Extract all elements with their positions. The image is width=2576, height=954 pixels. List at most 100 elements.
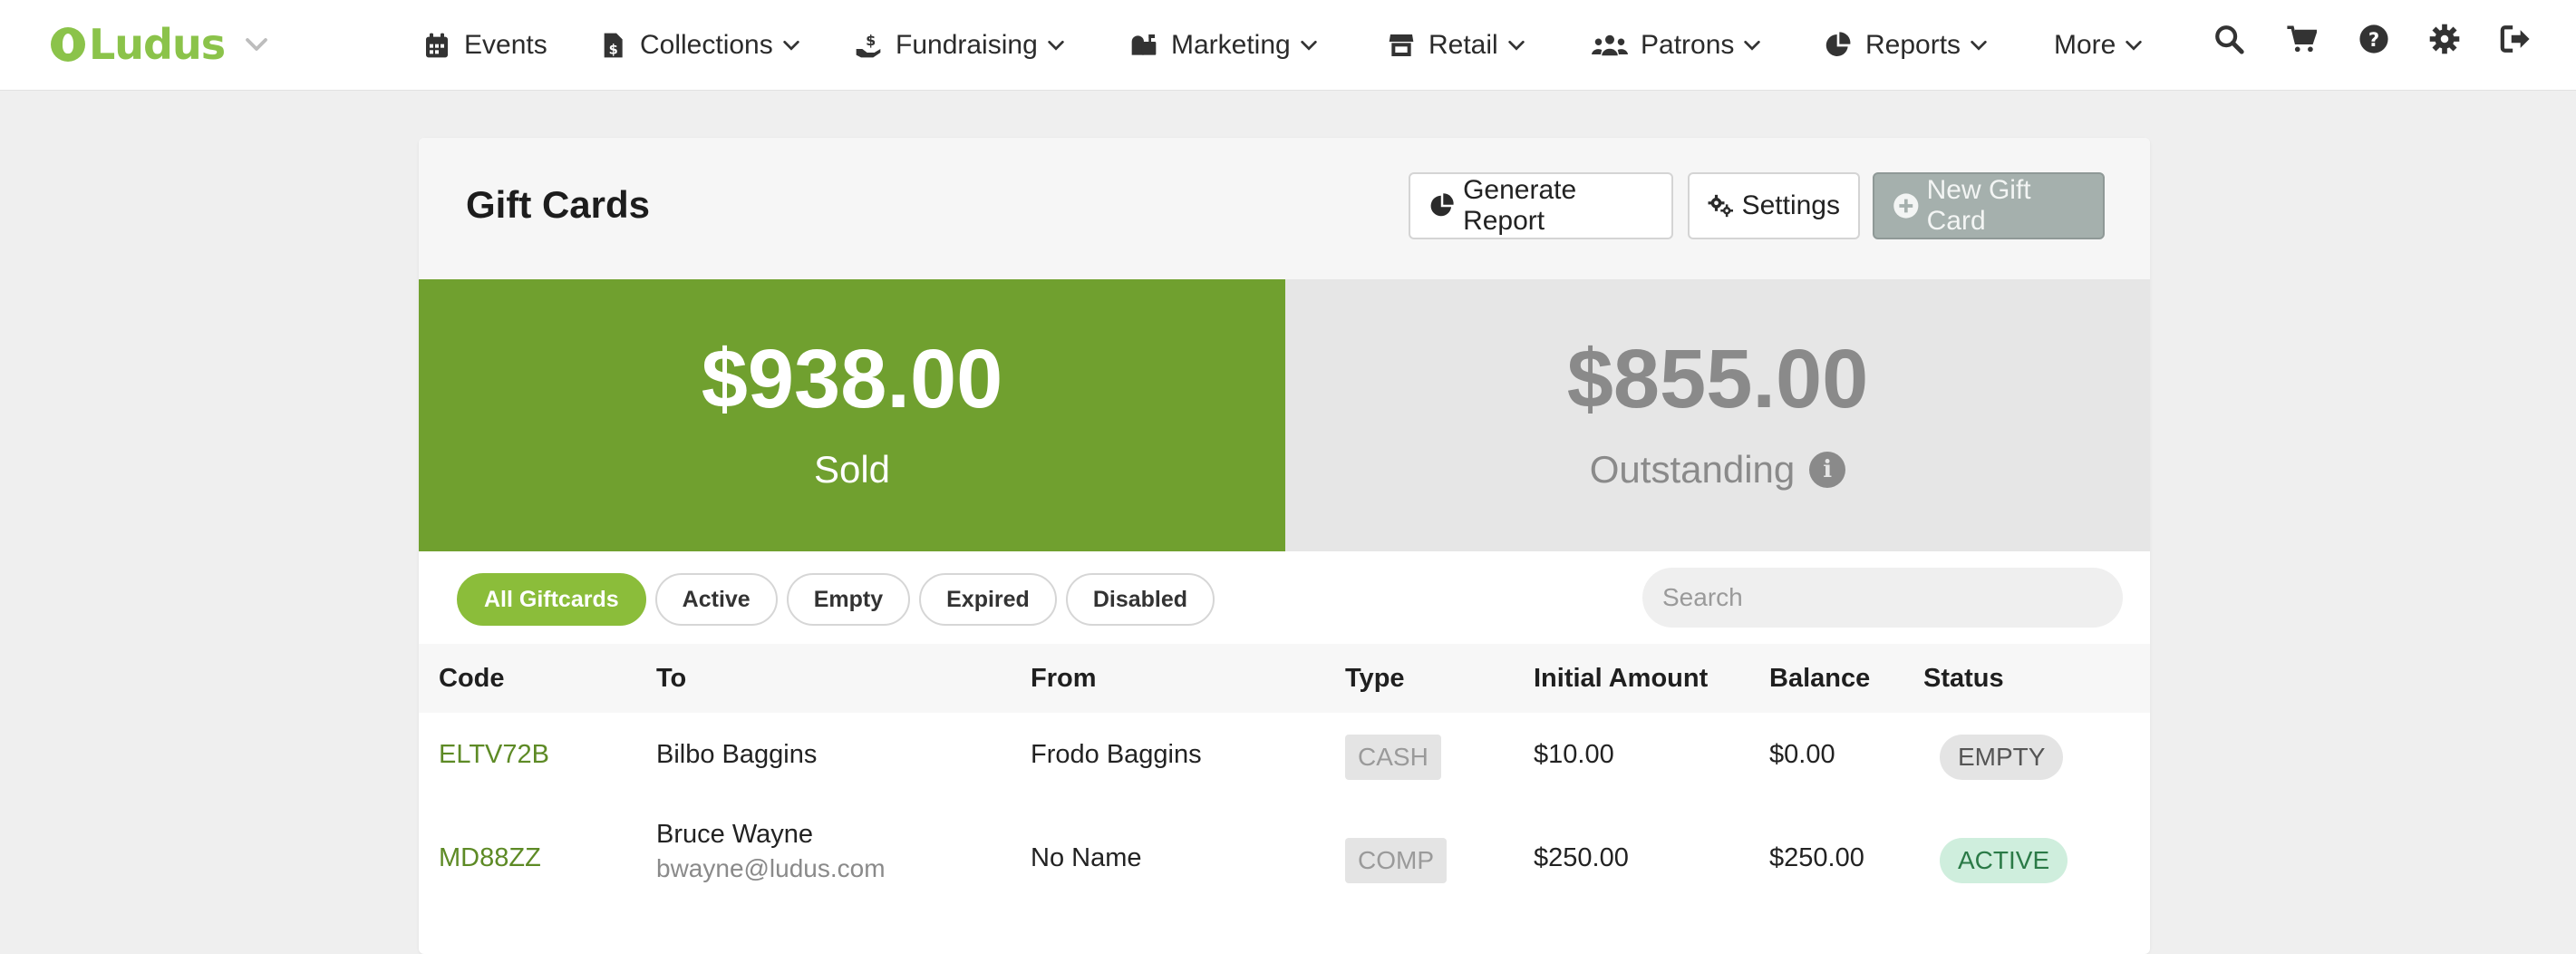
sign-out-icon [2500,25,2530,53]
brand-logo[interactable]: Ludus [51,20,270,69]
nav-patrons-label: Patrons [1641,30,1735,60]
generate-report-label: Generate Report [1463,175,1577,236]
table-row[interactable]: MD88ZZ Bruce Wayne bwayne@ludus.com No N… [419,807,2150,920]
filter-empty[interactable]: Empty [786,573,911,626]
nav-events-label: Events [464,30,547,60]
sold-label: Sold [813,448,891,491]
column-header-to[interactable]: To [656,664,686,694]
outstanding-stat-block: $855.00 Outstanding i [1285,279,2150,551]
chevron-down-icon [2126,40,2143,51]
top-navigation-bar: Ludus Events $ Collections $ Fundraising… [0,0,2576,91]
brand-name: Ludus [89,20,226,69]
users-icon [1592,34,1628,56]
info-icon[interactable]: i [1809,452,1846,488]
chevron-down-icon [1744,40,1761,51]
panel-header: Gift Cards Generate Report Settings New … [419,138,2150,279]
chevron-down-icon [1301,40,1317,51]
status-badge: EMPTY [1940,735,2064,780]
gift-card-code-link[interactable]: MD88ZZ [439,843,541,873]
nav-marketing[interactable]: Marketing [1129,25,1319,65]
settings-button[interactable]: Settings [1688,172,1860,239]
sender-name: Frodo Baggins [1031,740,1202,769]
settings-gear-button[interactable] [2429,24,2460,59]
shopping-cart-icon [2287,25,2319,53]
balance: $250.00 [1769,843,1864,872]
chevron-down-icon[interactable] [243,31,270,58]
chevron-down-icon [783,40,799,51]
store-icon [1389,34,1414,56]
column-header-code[interactable]: Code [439,664,505,694]
help-button[interactable]: ? [2358,24,2389,59]
gift-cards-panel: Gift Cards Generate Report Settings New … [419,138,2150,954]
logout-button[interactable] [2500,24,2531,59]
initial-amount: $250.00 [1534,843,1629,872]
hand-donate-icon: $ [856,32,881,58]
outstanding-label-row: Outstanding i [1285,448,2150,492]
sender-name: No Name [1031,843,1142,872]
svg-text:$: $ [609,42,618,57]
calendar-icon [426,33,448,58]
nav-reports-label: Reports [1865,30,1961,60]
pie-chart-icon [1430,193,1454,217]
nav-patrons[interactable]: Patrons [1592,25,1762,65]
search-button[interactable] [2213,24,2244,59]
type-badge: CASH [1345,735,1441,780]
recipient-name: Bilbo Baggins [656,740,818,769]
table-header: Code To From Type Initial Amount Balance… [419,644,2150,713]
svg-text:$: $ [866,32,876,49]
cart-button[interactable] [2286,24,2319,59]
column-header-status[interactable]: Status [1923,664,2004,694]
nav-retail[interactable]: Retail [1387,25,1526,65]
search-input[interactable] [1642,568,2123,628]
nav-reports[interactable]: Reports [1824,25,1989,65]
invoice-dollar-icon: $ [604,33,623,58]
plus-circle-icon [1893,193,1919,219]
nav-more-label: More [2054,30,2116,60]
gift-card-code-link[interactable]: ELTV72B [439,740,549,770]
gears-icon [1708,194,1734,218]
nav-more[interactable]: More [2054,25,2144,65]
sold-stat-block: $938.00 Sold [419,279,1285,551]
nav-collections[interactable]: $ Collections [598,25,801,65]
nav-fundraising-label: Fundraising [896,30,1038,60]
initial-amount: $10.00 [1534,740,1614,769]
filter-disabled[interactable]: Disabled [1065,573,1215,626]
ludus-drop-icon [51,27,85,62]
generate-report-button[interactable]: Generate Report [1409,172,1673,239]
sold-amount: $938.00 [701,333,1003,425]
question-circle-icon: ? [2359,24,2388,54]
chevron-down-icon [1048,40,1064,51]
column-header-balance[interactable]: Balance [1769,664,1870,694]
filter-expired[interactable]: Expired [919,573,1057,626]
outstanding-label: Outstanding [1589,448,1796,491]
chevron-down-icon [1971,40,1987,51]
table-row[interactable]: ELTV72B Bilbo Baggins Frodo Baggins CASH… [419,713,2150,807]
pie-chart-icon [1825,32,1851,56]
balance: $0.00 [1769,740,1835,769]
new-gift-card-label: New Gift Card [1926,175,2031,236]
recipient-name: Bruce Wayne [656,820,813,849]
filter-all-giftcards[interactable]: All Giftcards [457,573,646,626]
column-header-initial-amount[interactable]: Initial Amount [1534,664,1708,694]
outstanding-amount: $855.00 [1566,333,1869,425]
nav-collections-label: Collections [640,30,773,60]
nav-fundraising[interactable]: $ Fundraising [854,25,1066,65]
svg-text:?: ? [2368,29,2379,52]
filter-active[interactable]: Active [654,573,778,626]
chevron-down-icon [1507,40,1525,51]
recipient-email: bwayne@ludus.com [656,854,886,882]
mailbox-icon [1131,34,1157,55]
nav-retail-label: Retail [1428,30,1498,60]
nav-marketing-label: Marketing [1171,30,1291,60]
search-icon [2215,25,2244,54]
settings-label: Settings [1741,190,1840,220]
nav-events[interactable]: Events [422,25,547,65]
status-filter-group: All Giftcards Active Empty Expired Disab… [457,573,1215,626]
type-badge: COMP [1345,838,1447,883]
new-gift-card-button[interactable]: New Gift Card [1873,172,2105,239]
column-header-from[interactable]: From [1031,664,1097,694]
column-header-type[interactable]: Type [1345,664,1405,694]
gear-icon [2429,24,2460,54]
page-title: Gift Cards [466,183,651,226]
status-badge: ACTIVE [1940,838,2068,883]
